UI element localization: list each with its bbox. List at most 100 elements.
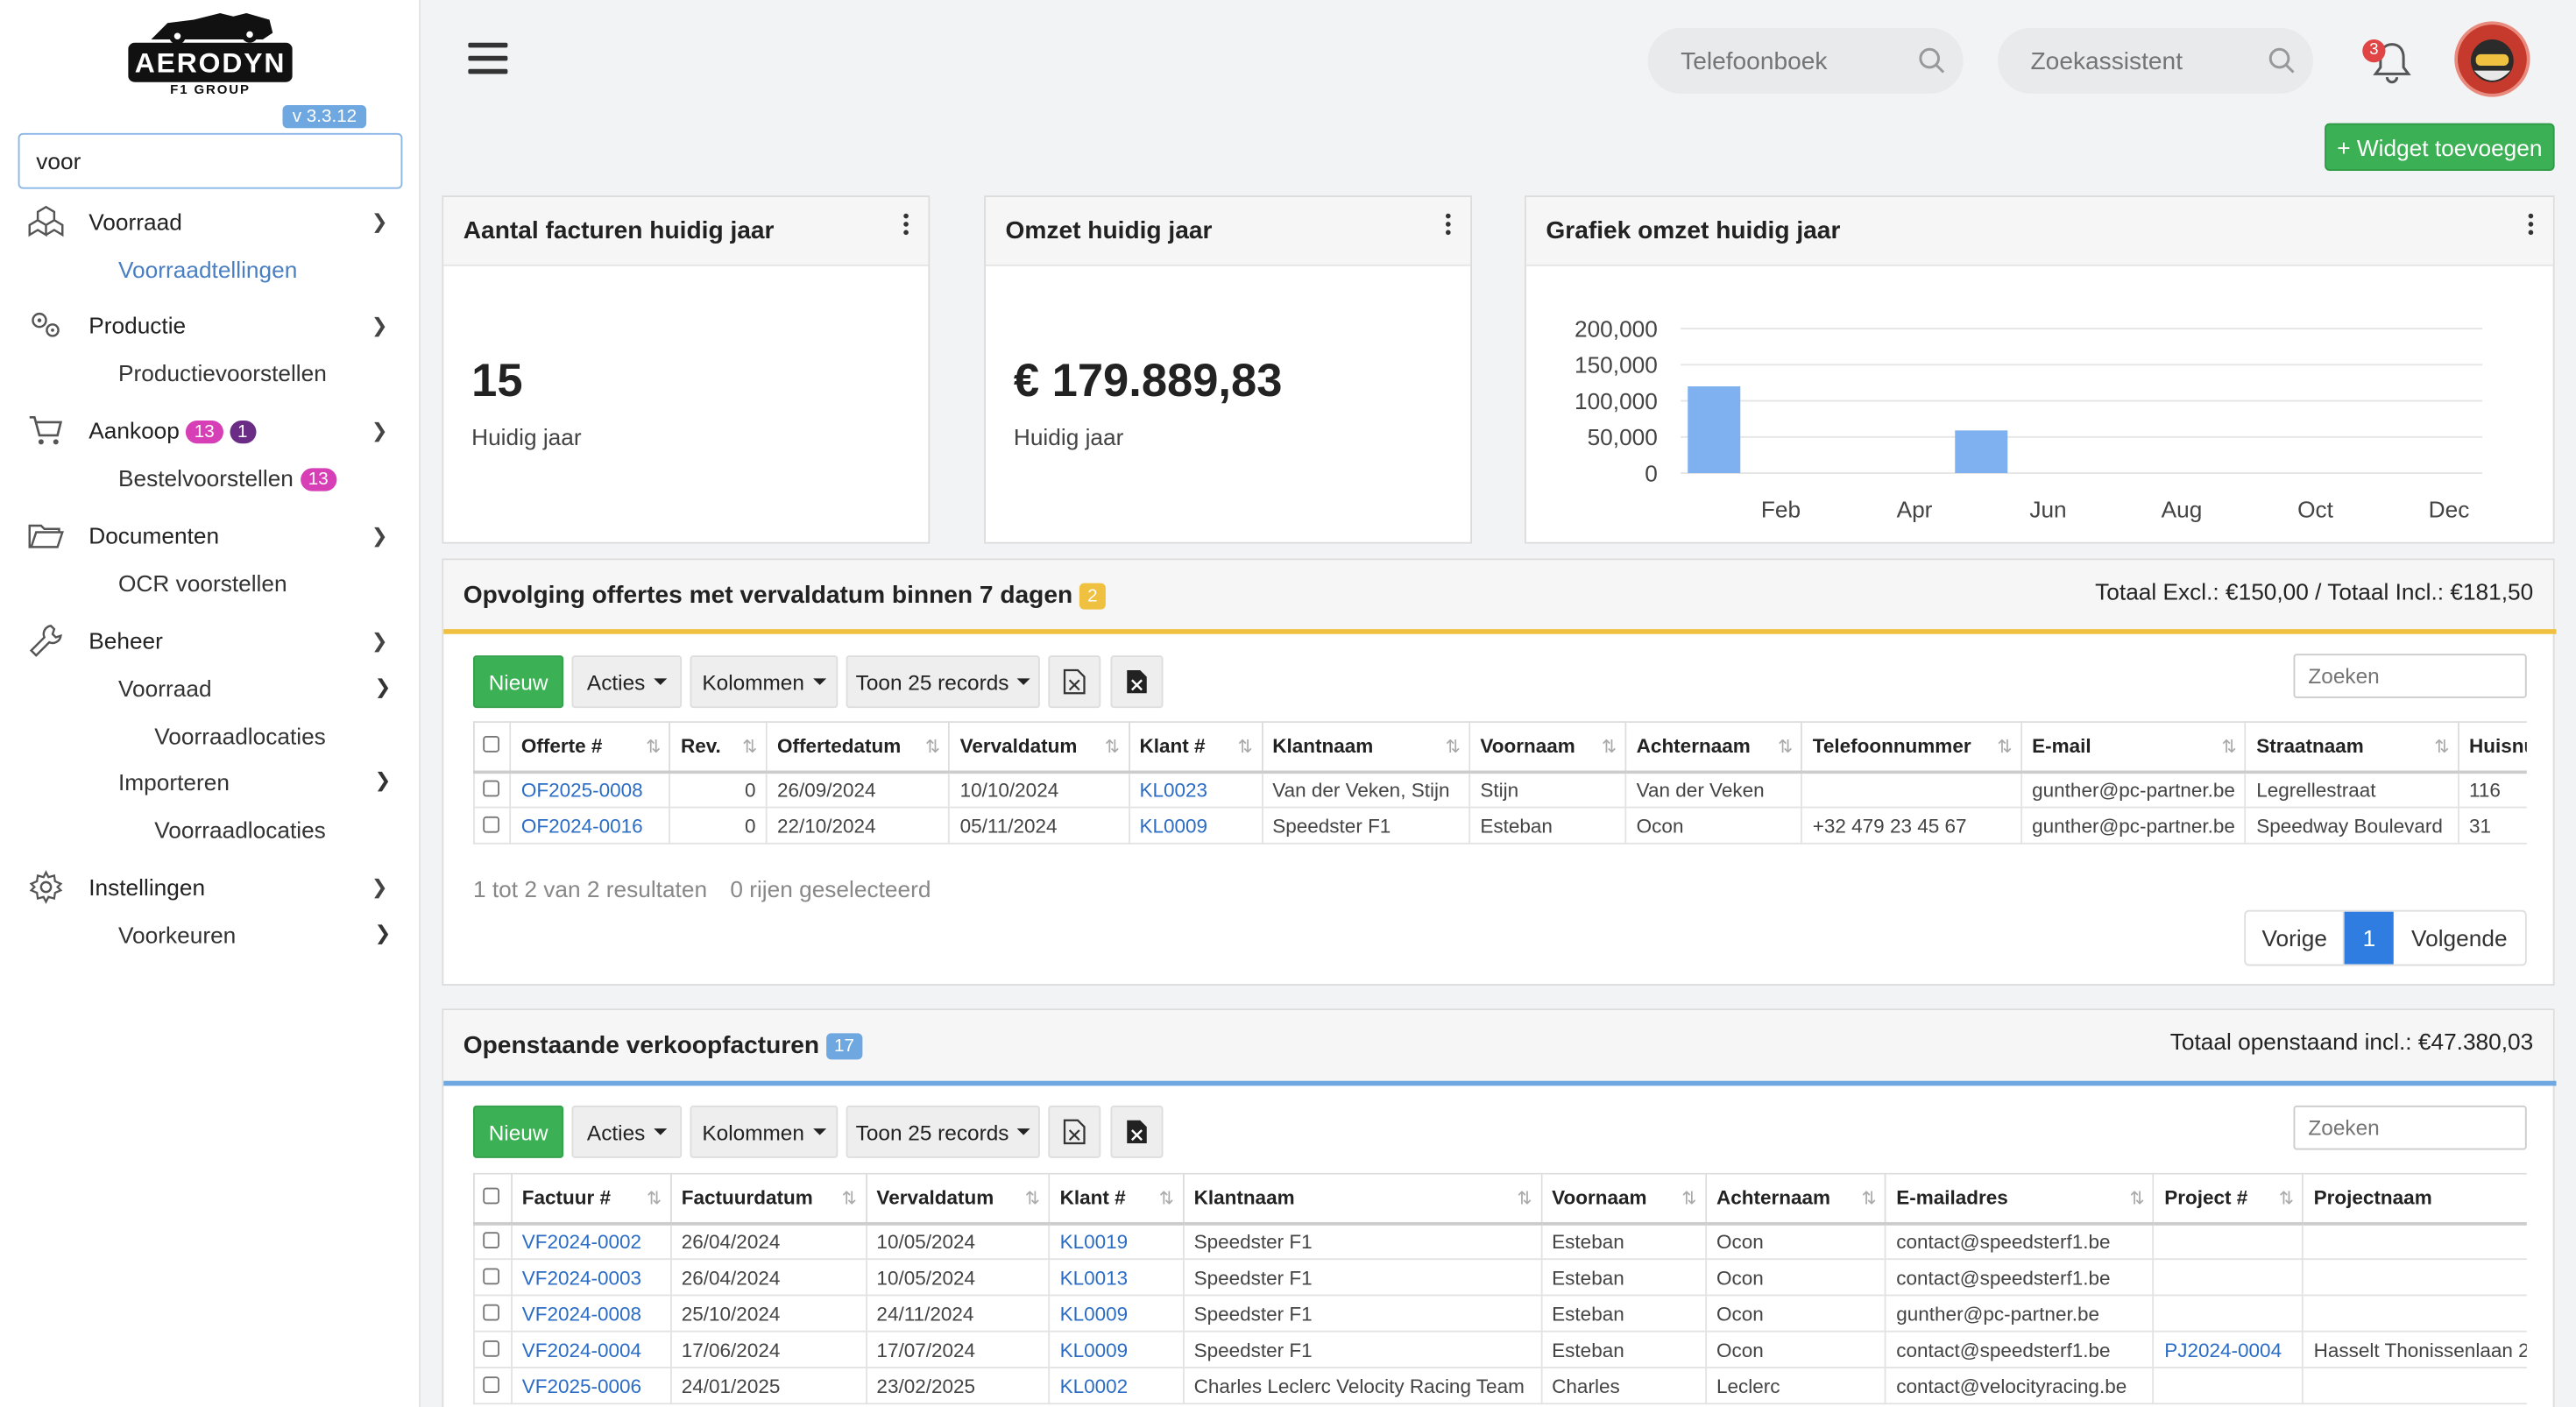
add-widget-button[interactable]: + Widget toevoegen — [2325, 123, 2555, 171]
column-header[interactable]: Straatnaam ⇅ — [2245, 721, 2459, 774]
kebab-menu-icon[interactable] — [1444, 213, 1454, 240]
row-checkbox[interactable] — [473, 1222, 513, 1261]
prev-page-button[interactable]: Vorige — [2246, 911, 2346, 965]
kebab-menu-icon[interactable] — [2527, 213, 2537, 240]
search-icon[interactable] — [2268, 46, 2297, 76]
row-checkbox[interactable] — [473, 1294, 513, 1333]
table-cell[interactable]: VF2024-0004 — [510, 1330, 672, 1368]
new-quote-button[interactable]: Nieuw — [473, 655, 564, 709]
column-header[interactable]: Klantnaam ⇅ — [1261, 721, 1471, 774]
column-header[interactable]: Vervaldatum ⇅ — [948, 721, 1130, 774]
column-header[interactable]: E-mail ⇅ — [2020, 721, 2247, 774]
table-cell[interactable]: KL0023 — [1128, 770, 1263, 809]
chart-bar[interactable] — [1955, 430, 2008, 473]
column-header[interactable]: Project # ⇅ — [2153, 1172, 2304, 1225]
table-cell[interactable]: KL0009 — [1128, 806, 1263, 845]
assistant-search-input[interactable] — [1998, 27, 2313, 94]
sort-icon[interactable]: ⇅ — [2129, 1188, 2144, 1210]
column-header[interactable]: Rev. ⇅ — [669, 721, 768, 774]
table-row[interactable]: OF2024-0016 0 22/10/2024 05/11/2024 KL0009 Sp… — [473, 806, 2527, 845]
column-header[interactable]: Vervaldatum ⇅ — [865, 1172, 1051, 1225]
table-cell[interactable]: OF2024-0016 — [509, 806, 671, 845]
sort-icon[interactable]: ⇅ — [1778, 736, 1793, 758]
sort-icon[interactable]: ⇅ — [1025, 1188, 1040, 1210]
table-cell[interactable]: KL0009 — [1048, 1294, 1185, 1333]
sort-icon[interactable]: ⇅ — [647, 1188, 662, 1210]
column-header[interactable]: Huisnummer⇅ — [2457, 721, 2527, 774]
actions-dropdown[interactable]: Acties — [571, 655, 683, 709]
column-header[interactable]: Factuurdatum ⇅ — [669, 1172, 867, 1225]
sidebar-sub-bestelvoorstellen[interactable]: Bestelvoorstellen 13 — [118, 465, 337, 491]
page-1-button[interactable]: 1 — [2345, 911, 2394, 965]
table-cell[interactable]: PJ2024-0004 — [2153, 1330, 2304, 1368]
table-row[interactable]: VF2024-0008 25/10/2024 24/11/2024 KL0009 Spe… — [473, 1294, 2527, 1333]
actions-dropdown[interactable]: Acties — [571, 1105, 683, 1158]
sidebar-item-productie[interactable]: Productie ❯ — [0, 306, 421, 345]
sort-icon[interactable]: ⇅ — [1602, 736, 1617, 758]
page-size-dropdown[interactable]: Toon 25 records — [846, 655, 1040, 709]
sort-icon[interactable]: ⇅ — [925, 736, 940, 758]
sort-icon[interactable]: ⇅ — [1681, 1188, 1696, 1210]
chart-bar[interactable] — [1688, 386, 1741, 473]
table-cell[interactable]: KL0009 — [1048, 1330, 1185, 1368]
table-cell[interactable]: VF2024-0008 — [510, 1294, 672, 1333]
sort-icon[interactable]: ⇅ — [1159, 1188, 1174, 1210]
sidebar-item-documenten[interactable]: Documenten ❯ — [0, 516, 421, 555]
invoices-search-input[interactable] — [2293, 1105, 2527, 1150]
export-csv-button[interactable] — [1048, 1105, 1101, 1158]
sidebar-sub-voorraadlocaties-import[interactable]: Voorraadlocaties — [154, 817, 326, 843]
row-checkbox[interactable] — [473, 1367, 513, 1405]
hamburger-menu-button[interactable] — [468, 42, 508, 79]
column-header[interactable]: Achternaam ⇅ — [1704, 1172, 1887, 1225]
sort-icon[interactable]: ⇅ — [842, 1188, 857, 1210]
sidebar-item-instellingen[interactable]: Instellingen ❯ — [0, 867, 421, 907]
sidebar-sub-productievoorstellen[interactable]: Productievoorstellen — [118, 360, 327, 386]
table-row[interactable]: OF2025-0008 0 26/09/2024 10/10/2024 KL0023 Va… — [473, 770, 2527, 809]
sidebar-item-aankoop[interactable]: Aankoop 13 1 ❯ — [0, 411, 421, 450]
column-header[interactable]: Klantnaam ⇅ — [1182, 1172, 1542, 1225]
export-excel-button[interactable] — [1110, 655, 1164, 709]
column-header[interactable]: Projectnaam⇅ — [2302, 1172, 2527, 1225]
export-excel-button[interactable] — [1110, 1105, 1164, 1158]
sort-icon[interactable]: ⇅ — [1446, 736, 1461, 758]
sort-icon[interactable]: ⇅ — [1105, 736, 1120, 758]
table-row[interactable]: VF2024-0002 26/04/2024 10/05/2024 KL0019 Spe… — [473, 1222, 2527, 1261]
sidebar-sub-voorraadlocaties[interactable]: Voorraadlocaties — [154, 723, 326, 749]
table-cell[interactable]: VF2024-0002 — [510, 1222, 672, 1261]
sidebar-sub-ocr-voorstellen[interactable]: OCR voorstellen — [118, 570, 287, 597]
row-checkbox[interactable] — [473, 1258, 513, 1297]
sort-icon[interactable]: ⇅ — [2221, 736, 2236, 758]
sidebar-sub-voorraad[interactable]: Voorraad ❯ — [118, 675, 398, 702]
sort-icon[interactable]: ⇅ — [646, 736, 661, 758]
sidebar-sub-voorkeuren[interactable]: Voorkeuren ❯ — [118, 922, 398, 948]
sidebar-item-beheer[interactable]: Beheer ❯ — [0, 621, 421, 661]
table-cell[interactable]: KL0002 — [1048, 1367, 1185, 1405]
sidebar-sub-importeren[interactable]: Importeren ❯ — [118, 769, 398, 795]
table-row[interactable]: VF2025-0006 24/01/2025 23/02/2025 KL0002 Cha… — [473, 1367, 2527, 1405]
sort-icon[interactable]: ⇅ — [1517, 1188, 1532, 1210]
phonebook-search-input[interactable] — [1647, 27, 1964, 94]
table-row[interactable]: VF2024-0004 17/06/2024 17/07/2024 KL0009 Spe… — [473, 1330, 2527, 1368]
new-invoice-button[interactable]: Nieuw — [473, 1105, 564, 1158]
sidebar-item-voorraad[interactable]: Voorraad ❯ — [0, 202, 421, 242]
row-checkbox[interactable] — [473, 806, 512, 845]
column-header[interactable]: Offerte # ⇅ — [509, 721, 671, 774]
sort-icon[interactable]: ⇅ — [2434, 736, 2449, 758]
table-cell[interactable]: VF2025-0006 — [510, 1367, 672, 1405]
select-all-checkbox[interactable] — [473, 1172, 513, 1225]
column-header[interactable]: Voornaam ⇅ — [1540, 1172, 1707, 1225]
columns-dropdown[interactable]: Kolommen — [690, 1105, 839, 1158]
export-csv-button[interactable] — [1048, 655, 1101, 709]
column-header[interactable]: Klant # ⇅ — [1048, 1172, 1185, 1225]
page-size-dropdown[interactable]: Toon 25 records — [846, 1105, 1040, 1158]
column-header[interactable]: Factuur # ⇅ — [510, 1172, 672, 1225]
columns-dropdown[interactable]: Kolommen — [690, 655, 839, 709]
column-header[interactable]: Achternaam ⇅ — [1624, 721, 1803, 774]
select-all-checkbox[interactable] — [473, 721, 512, 774]
column-header[interactable]: Offertedatum ⇅ — [765, 721, 951, 774]
quotes-search-input[interactable] — [2293, 654, 2527, 698]
column-header[interactable]: Voornaam ⇅ — [1468, 721, 1627, 774]
column-header[interactable]: Telefoonnummer ⇅ — [1801, 721, 2022, 774]
avatar[interactable] — [2454, 21, 2530, 97]
sidebar-search-input[interactable] — [18, 132, 403, 189]
